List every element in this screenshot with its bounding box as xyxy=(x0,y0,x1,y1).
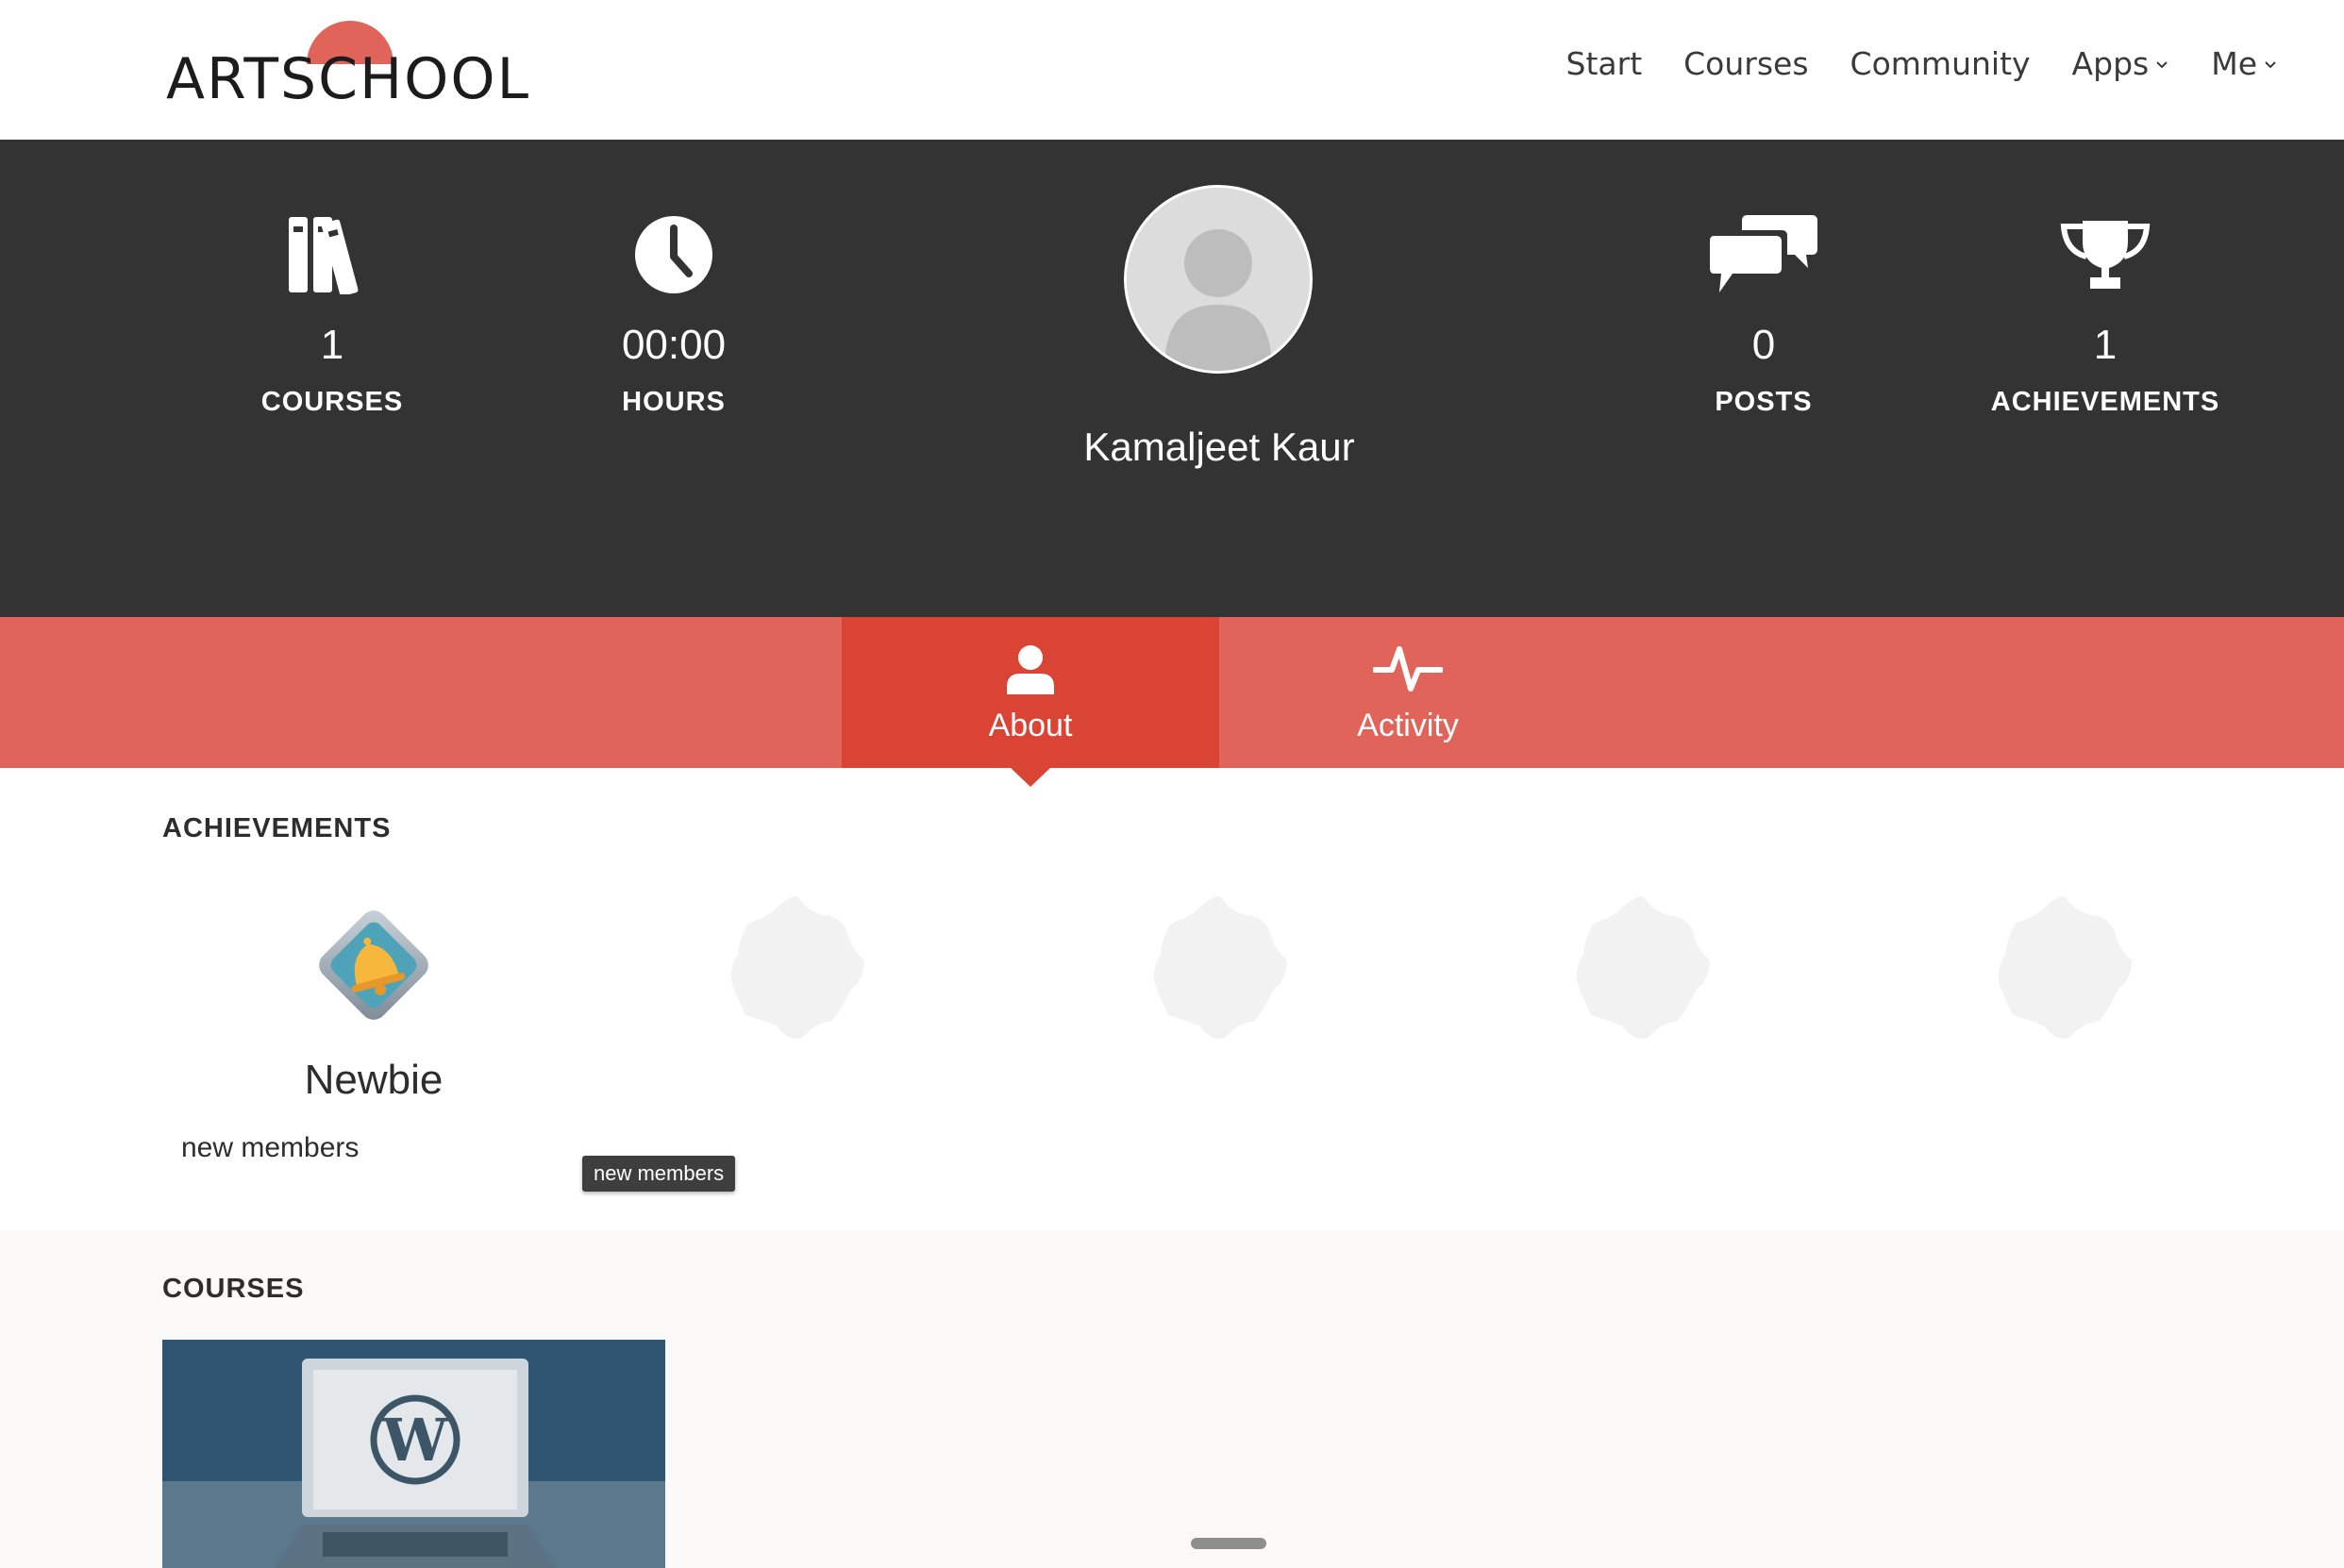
achievement-name: Newbie xyxy=(304,1057,444,1103)
nav-apps[interactable]: Apps xyxy=(2072,45,2170,82)
achievements-label: ACHIEVEMENTS xyxy=(1990,387,2220,417)
achievements-section-title: ACHIEVEMENTS xyxy=(162,813,392,843)
chevron-down-icon xyxy=(2156,60,2168,68)
empty-star-badge-icon xyxy=(730,896,864,1039)
locked-achievement-slot xyxy=(1994,894,2135,1043)
clock-icon xyxy=(635,216,712,293)
empty-star-badge-icon xyxy=(1998,896,2132,1039)
site-header: ARTSCHOOL Start Courses Community Apps M… xyxy=(0,0,2344,140)
locked-achievement-slot xyxy=(727,894,868,1043)
profile-tabs: About Activity xyxy=(0,617,2344,768)
courses-count: 1 xyxy=(320,322,344,368)
stat-hours: 00:00 HOURS xyxy=(532,200,815,418)
logo-text: ARTSCHOOL xyxy=(166,46,530,112)
chevron-down-icon xyxy=(2265,60,2276,68)
nav-courses[interactable]: Courses xyxy=(1683,45,1808,82)
user-silhouette-icon xyxy=(1127,188,1310,371)
empty-star-badge-icon xyxy=(1576,896,1710,1039)
nav-community-label: Community xyxy=(1850,45,2031,82)
chat-bubbles-icon xyxy=(1710,215,1817,292)
nav-start[interactable]: Start xyxy=(1566,45,1643,82)
pulse-icon xyxy=(1373,646,1443,692)
tab-about[interactable]: About xyxy=(842,617,1219,768)
scroll-handle[interactable] xyxy=(1191,1538,1266,1549)
tab-activity-label: Activity xyxy=(1357,708,1459,743)
profile-stats-band: 1 COURSES 00:00 HOURS Kamaljeet Kaur 0 P… xyxy=(0,140,2344,617)
courses-label: COURSES xyxy=(260,387,404,417)
achievements-count: 1 xyxy=(2093,322,2118,368)
bell-badge-icon xyxy=(319,910,428,1020)
books-icon xyxy=(289,217,359,294)
posts-count: 0 xyxy=(1751,322,1776,368)
stat-posts: 0 POSTS xyxy=(1622,200,1905,418)
nav-courses-label: Courses xyxy=(1683,45,1809,82)
artschool-logo[interactable]: ARTSCHOOL xyxy=(166,21,544,115)
nav-me[interactable]: Me xyxy=(2211,45,2278,82)
trophy-icon xyxy=(2060,221,2151,289)
locked-achievement-slot xyxy=(1572,894,1714,1043)
active-tab-pointer xyxy=(1011,768,1050,787)
achievement-badge-newbie[interactable] xyxy=(303,894,444,1043)
nav-start-label: Start xyxy=(1565,45,1643,82)
tab-about-label: About xyxy=(988,708,1073,743)
avatar[interactable] xyxy=(1124,185,1313,374)
stat-achievements: 1 ACHIEVEMENTS xyxy=(1964,200,2247,418)
tab-activity[interactable]: Activity xyxy=(1219,617,1597,768)
nav-community[interactable]: Community xyxy=(1850,45,2031,82)
course-card[interactable]: W xyxy=(162,1340,665,1568)
empty-star-badge-icon xyxy=(1153,896,1287,1039)
profile-name: Kamaljeet Kaur xyxy=(1083,425,1355,469)
main-nav: Start Courses Community Apps Me xyxy=(1566,45,2278,82)
hours-label: HOURS xyxy=(622,387,726,417)
locked-achievement-slot xyxy=(1149,894,1291,1043)
courses-section-title: COURSES xyxy=(162,1274,305,1304)
nav-me-label: Me xyxy=(2211,45,2257,82)
achievement-description: new members xyxy=(181,1132,360,1163)
hours-value: 00:00 xyxy=(621,322,727,368)
achievement-tooltip: new members xyxy=(582,1156,736,1192)
user-icon xyxy=(1007,645,1054,694)
posts-label: POSTS xyxy=(1715,387,1813,417)
stat-courses: 1 COURSES xyxy=(191,200,474,418)
svg-text:W: W xyxy=(381,1406,449,1475)
wordpress-laptop-icon: W xyxy=(162,1340,665,1568)
nav-apps-label: Apps xyxy=(2071,45,2150,82)
